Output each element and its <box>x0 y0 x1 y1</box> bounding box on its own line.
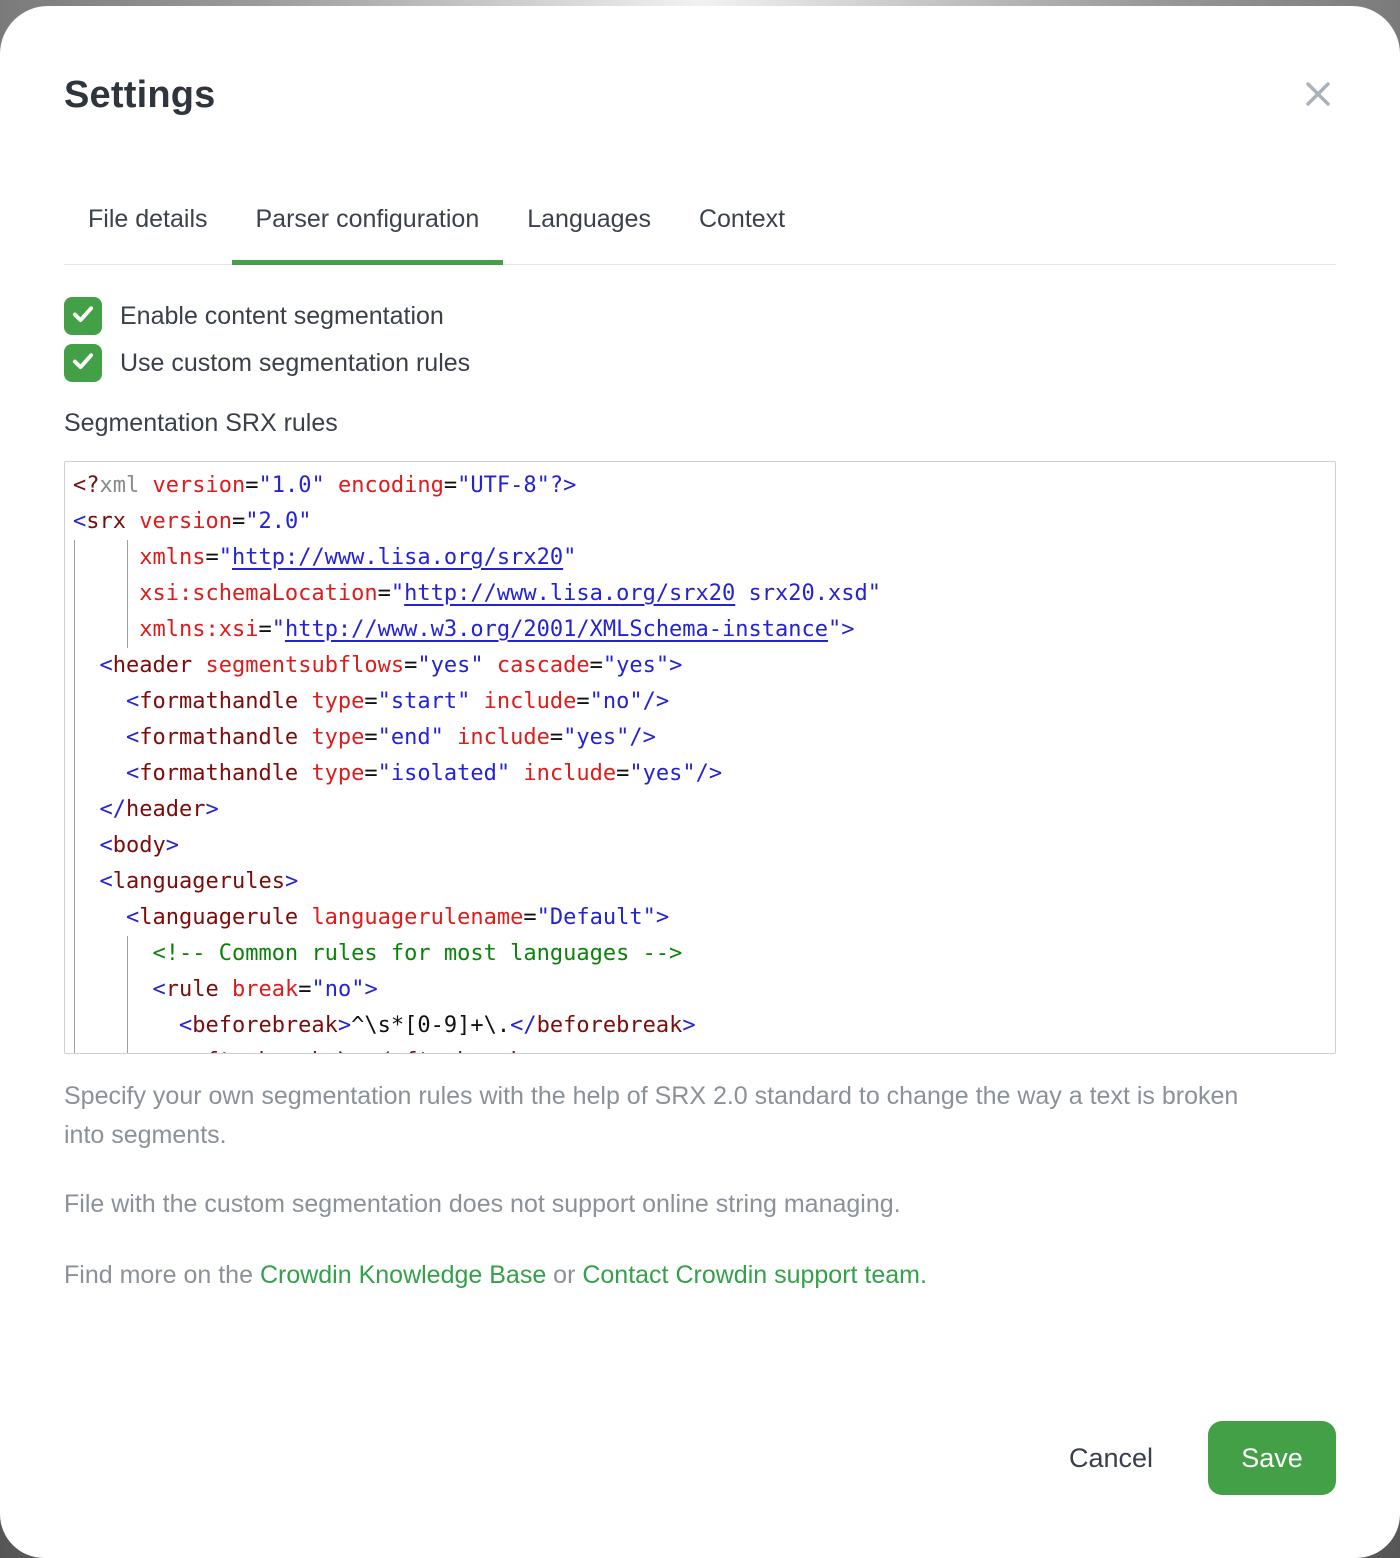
checked-checkbox <box>64 297 102 335</box>
code-line: <!-- Common rules for most languages --> <box>73 936 1327 972</box>
contact-support-link[interactable]: Contact Crowdin support team. <box>582 1261 927 1289</box>
code-line: xsi:schemaLocation="http://www.lisa.org/… <box>73 576 1327 612</box>
code-line: <header segmentsubflows="yes" cascade="y… <box>73 648 1327 684</box>
close-icon <box>1302 78 1334 115</box>
cancel-button[interactable]: Cancel <box>1069 1443 1153 1474</box>
indent-guide <box>74 540 75 1053</box>
knowledge-base-link[interactable]: Crowdin Knowledge Base <box>260 1261 546 1289</box>
code-line: <formathandle type="start" include="no"/… <box>73 684 1327 720</box>
code-line: <formathandle type="isolated" include="y… <box>73 756 1327 792</box>
checkmark-icon <box>70 301 96 332</box>
checkbox-label: Use custom segmentation rules <box>120 349 470 378</box>
code-line: xmlns="http://www.lisa.org/srx20" <box>73 540 1327 576</box>
code-line: <?xml version="1.0" encoding="UTF-8"?> <box>73 468 1327 504</box>
close-button[interactable] <box>1294 72 1342 120</box>
indent-guide <box>127 540 128 648</box>
code-line: <beforebreak>^\s*[0-9]+\.</beforebreak> <box>73 1008 1327 1044</box>
find-more-middle: or <box>546 1261 582 1289</box>
tab-file-details[interactable]: File details <box>64 204 232 264</box>
code-line: <formathandle type="end" include="yes"/> <box>73 720 1327 756</box>
code-line: xmlns:xsi="http://www.w3.org/2001/XMLSch… <box>73 612 1327 648</box>
checkbox-use-custom-segmentation-rules[interactable]: Use custom segmentation rules <box>64 344 1336 382</box>
srx-rules-label: Segmentation SRX rules <box>64 408 1336 439</box>
help-text-find-more: Find more on the Crowdin Knowledge Base … <box>64 1256 1336 1295</box>
help-text-online-managing: File with the custom segmentation does n… <box>64 1185 1336 1224</box>
checked-checkbox <box>64 344 102 382</box>
find-more-prefix: Find more on the <box>64 1261 260 1289</box>
save-button[interactable]: Save <box>1208 1421 1336 1495</box>
code-line: </header> <box>73 792 1327 828</box>
checkbox-enable-content-segmentation[interactable]: Enable content segmentation <box>64 297 1336 335</box>
code-line: <body> <box>73 828 1327 864</box>
code-line: <rule break="no"> <box>73 972 1327 1008</box>
code-line: <afterbreak>\s</afterbreak> <box>73 1044 1327 1054</box>
code-content: <?xml version="1.0" encoding="UTF-8"?><s… <box>73 468 1327 1054</box>
settings-dialog: Settings File details Parser configurati… <box>0 6 1400 1558</box>
checkmark-icon <box>70 348 96 379</box>
tab-parser-configuration[interactable]: Parser configuration <box>232 204 504 264</box>
tab-context[interactable]: Context <box>675 204 809 264</box>
code-line: <languagerule languagerulename="Default"… <box>73 900 1327 936</box>
indent-guide <box>127 936 128 1053</box>
dialog-title: Settings <box>64 6 1336 118</box>
help-text-segmentation: Specify your own segmentation rules with… <box>64 1077 1274 1155</box>
tab-languages[interactable]: Languages <box>503 204 675 264</box>
code-line: <srx version="2.0" <box>73 504 1327 540</box>
code-line: <languagerules> <box>73 864 1327 900</box>
checkbox-label: Enable content segmentation <box>120 302 444 331</box>
dialog-footer: Cancel Save <box>64 1421 1336 1495</box>
tab-bar: File details Parser configuration Langua… <box>64 204 1336 265</box>
srx-rules-editor[interactable]: <?xml version="1.0" encoding="UTF-8"?><s… <box>64 461 1336 1054</box>
